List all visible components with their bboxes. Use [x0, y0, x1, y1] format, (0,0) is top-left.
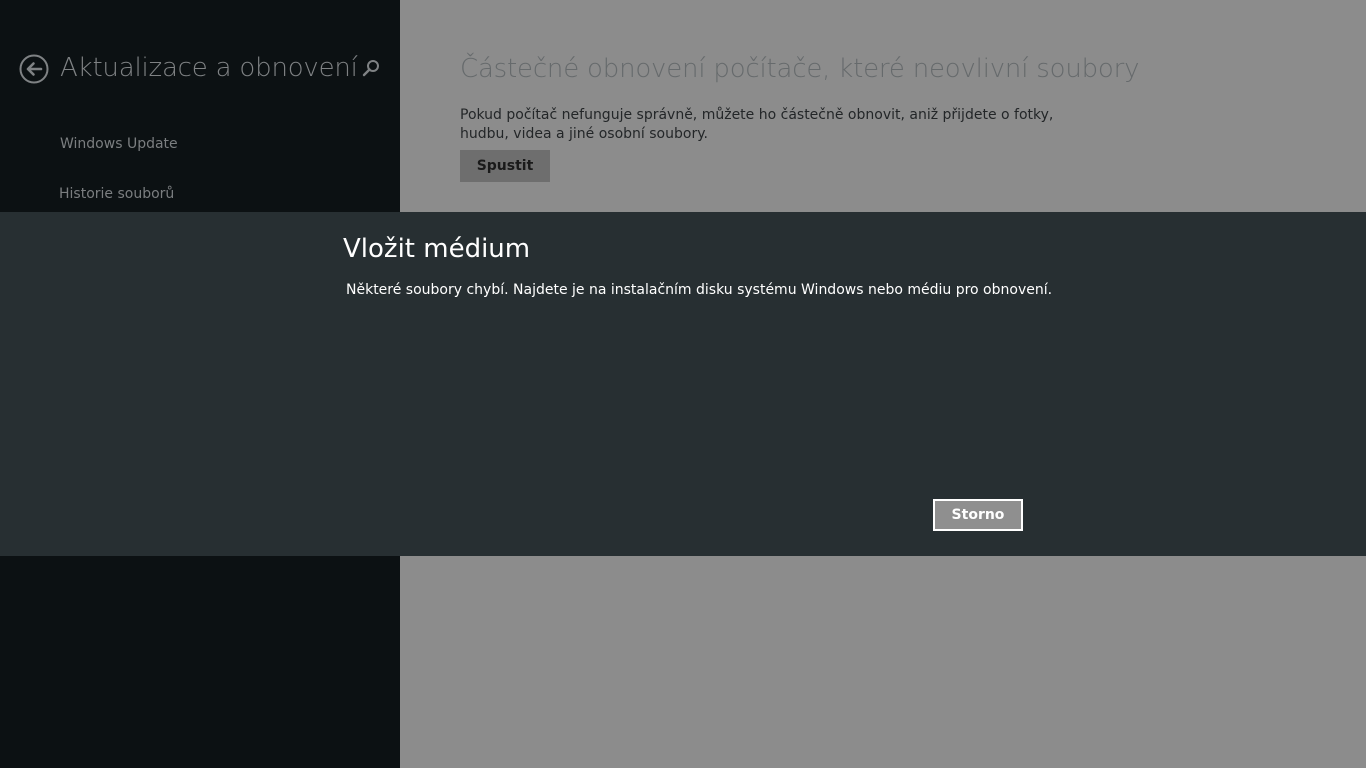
- back-button[interactable]: [19, 54, 49, 84]
- section-title: Částečné obnovení počítače, které neovli…: [460, 54, 1140, 84]
- settings-screen: Aktualizace a obnovení Windows Update Hi…: [0, 0, 1366, 768]
- cancel-button[interactable]: Storno: [933, 499, 1023, 531]
- search-button[interactable]: [360, 58, 382, 82]
- dialog-title: Vložit médium: [343, 234, 531, 264]
- section-description: Pokud počítač nefunguje správně, můžete …: [460, 107, 1054, 142]
- dialog-message: Některé soubory chybí. Najdete je na ins…: [346, 282, 1053, 298]
- page-title: Aktualizace a obnovení: [60, 53, 358, 83]
- insert-media-dialog: Vložit médium Některé soubory chybí. Naj…: [0, 212, 1366, 556]
- sidebar-item-file-history[interactable]: Historie souborů: [59, 186, 174, 202]
- start-button[interactable]: Spustit: [460, 150, 550, 182]
- search-icon: [362, 60, 379, 77]
- back-arrow-circle-icon: [19, 54, 49, 84]
- sidebar-item-windows-update[interactable]: Windows Update: [60, 136, 178, 152]
